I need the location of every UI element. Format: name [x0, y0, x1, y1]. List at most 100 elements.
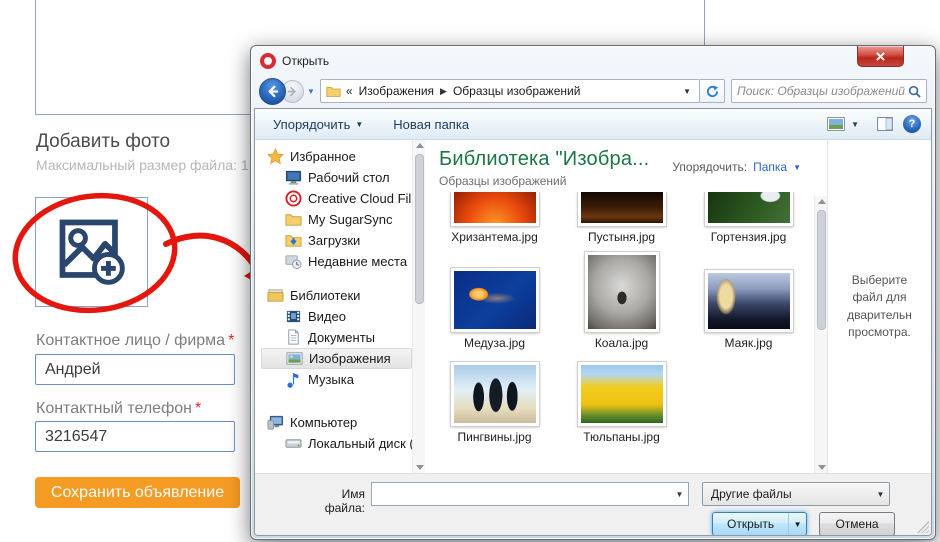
group-label: Компьютер: [290, 415, 357, 430]
open-button[interactable]: Открыть ▼: [712, 512, 807, 536]
arrange-caret-icon[interactable]: ▼: [793, 163, 801, 172]
sidebar-group-computer[interactable]: Компьютер: [261, 412, 412, 433]
address-dropdown-caret[interactable]: ▼: [680, 87, 694, 96]
refresh-button[interactable]: [700, 79, 725, 103]
file-list-scrollbar[interactable]: [814, 196, 827, 473]
opera-icon: [260, 53, 276, 69]
scrollbar-thumb[interactable]: [415, 154, 424, 304]
breadcrumb-chevrons[interactable]: «: [346, 84, 353, 98]
sidebar-item-recent-places[interactable]: Недавние места: [261, 251, 412, 272]
breadcrumb-current[interactable]: Образцы изображений: [453, 84, 580, 98]
sidebar-group-favorites[interactable]: Избранное: [261, 146, 412, 167]
back-button[interactable]: [259, 78, 286, 105]
desktop-icon: [285, 169, 302, 186]
contact-name-input[interactable]: [35, 354, 235, 385]
downloads-icon: [285, 232, 302, 249]
disk-icon: [285, 435, 302, 452]
filetype-value: Другие файлы: [711, 487, 792, 501]
new-folder-button[interactable]: Новая папка: [385, 114, 477, 135]
arrange-label: Упорядочить:: [672, 160, 747, 174]
sidebar-item-pictures[interactable]: Изображения: [261, 348, 412, 369]
cancel-button[interactable]: Отмена: [819, 512, 895, 536]
filetype-select[interactable]: Другие файлы ▼: [702, 482, 890, 506]
close-button[interactable]: [857, 46, 904, 67]
sidebar-item-sugarsync[interactable]: My SugarSync: [261, 209, 412, 230]
sidebar-group-libraries[interactable]: Библиотеки: [261, 285, 412, 306]
sidebar-item-music[interactable]: Музыка: [261, 369, 412, 390]
close-icon: [876, 52, 885, 61]
file-thumbnail: [451, 268, 539, 332]
organize-button[interactable]: Упорядочить ▼: [265, 114, 371, 135]
file-item[interactable]: Пустыня.jpg: [558, 192, 685, 244]
max-file-size-hint: Максимальный размер файла: 1: [36, 157, 249, 173]
add-photo-heading: Добавить фото: [36, 131, 170, 153]
open-split-caret[interactable]: ▼: [788, 513, 806, 535]
sidebar-item-video[interactable]: Видео: [261, 306, 412, 327]
help-icon: ?: [909, 118, 916, 130]
save-ad-button[interactable]: Сохранить объявление: [35, 477, 240, 508]
item-label: Рабочий стол: [308, 170, 390, 185]
sidebar-item-documents[interactable]: Документы: [261, 327, 412, 348]
forward-arrow-icon: [287, 86, 298, 97]
photo-upload-dropzone[interactable]: [35, 197, 148, 307]
file-name: Пустыня.jpg: [588, 230, 655, 244]
contact-phone-label: Контактный телефон*: [36, 400, 201, 418]
refresh-icon: [706, 85, 719, 98]
dialog-main: Избранное Рабочий стол: [255, 140, 931, 473]
scroll-up-icon[interactable]: [817, 197, 826, 206]
contact-phone-input[interactable]: [35, 421, 235, 452]
filename-combo: ▼: [371, 482, 689, 506]
breadcrumb[interactable]: « Изображения ▶ Образцы изображений ▼: [320, 79, 700, 103]
filename-label: Имя файла:: [303, 487, 365, 515]
back-arrow-icon: [266, 85, 279, 98]
libraries-icon: [267, 287, 284, 304]
filetype-caret-icon: ▼: [872, 490, 889, 499]
file-item[interactable]: Тюльпаны.jpg: [558, 362, 685, 444]
help-button[interactable]: ?: [903, 115, 921, 133]
file-item[interactable]: Хризантема.jpg: [431, 192, 558, 244]
contact-name-label-text: Контактное лицо / фирма: [36, 332, 225, 349]
screen: Добавить фото Максимальный размер файла:…: [0, 0, 940, 542]
dialog-footer: Имя файла: ▼ Другие файлы ▼ Открыть ▼ От…: [255, 473, 931, 535]
scrollbar-thumb[interactable]: [817, 210, 826, 330]
file-item[interactable]: Медуза.jpg: [431, 268, 558, 350]
search-icon[interactable]: [908, 85, 921, 98]
file-name: Хризантема.jpg: [451, 230, 538, 244]
file-item[interactable]: Пингвины.jpg: [431, 362, 558, 444]
folder-icon: [326, 85, 341, 98]
sidebar-item-local-disk[interactable]: Локальный диск (C: [261, 433, 412, 454]
file-item[interactable]: Гортензия.jpg: [685, 192, 812, 244]
search-input[interactable]: [737, 84, 908, 98]
file-thumbnail: [705, 192, 793, 226]
item-label: Изображения: [309, 351, 391, 366]
arrange-value-link[interactable]: Папка: [753, 160, 787, 174]
music-icon: [285, 371, 302, 388]
sidebar-item-creative-cloud[interactable]: Creative Cloud Files: [261, 188, 412, 209]
sidebar-item-downloads[interactable]: Загрузки: [261, 230, 412, 251]
recent-places-icon: [285, 253, 302, 270]
dialog-toolbar: Упорядочить ▼ Новая папка ▼: [255, 109, 931, 140]
filename-dropdown-caret[interactable]: ▼: [671, 490, 688, 499]
recent-pages-caret[interactable]: ▼: [307, 87, 315, 96]
item-label: Локальный диск (C: [308, 436, 412, 451]
preview-placeholder-text: Выберите файл для дварительн просмотра.: [838, 272, 922, 342]
sidebar-item-desktop[interactable]: Рабочий стол: [261, 167, 412, 188]
scroll-down-icon[interactable]: [415, 463, 424, 472]
preview-pane: Выберите файл для дварительн просмотра.: [827, 140, 931, 473]
item-label: Creative Cloud Files: [308, 191, 412, 206]
star-icon: [267, 148, 284, 165]
file-item[interactable]: Коала.jpg: [558, 252, 685, 350]
scroll-up-icon[interactable]: [415, 141, 424, 150]
open-button-label[interactable]: Открыть: [713, 513, 788, 535]
filename-input[interactable]: [372, 483, 671, 505]
preview-pane-icon[interactable]: [877, 117, 893, 131]
resize-grip[interactable]: [917, 521, 929, 533]
change-view-button[interactable]: ▼: [819, 114, 867, 134]
scroll-down-icon[interactable]: [817, 463, 826, 472]
breadcrumb-parent[interactable]: Изображения: [359, 84, 434, 98]
file-item[interactable]: Маяк.jpg: [685, 270, 812, 350]
sidebar-scrollbar[interactable]: [412, 140, 425, 473]
dialog-titlebar[interactable]: Открыть: [251, 46, 935, 76]
file-list-area: Библиотека "Изобра... Образцы изображени…: [425, 140, 827, 473]
library-subtitle: Образцы изображений: [439, 174, 813, 188]
